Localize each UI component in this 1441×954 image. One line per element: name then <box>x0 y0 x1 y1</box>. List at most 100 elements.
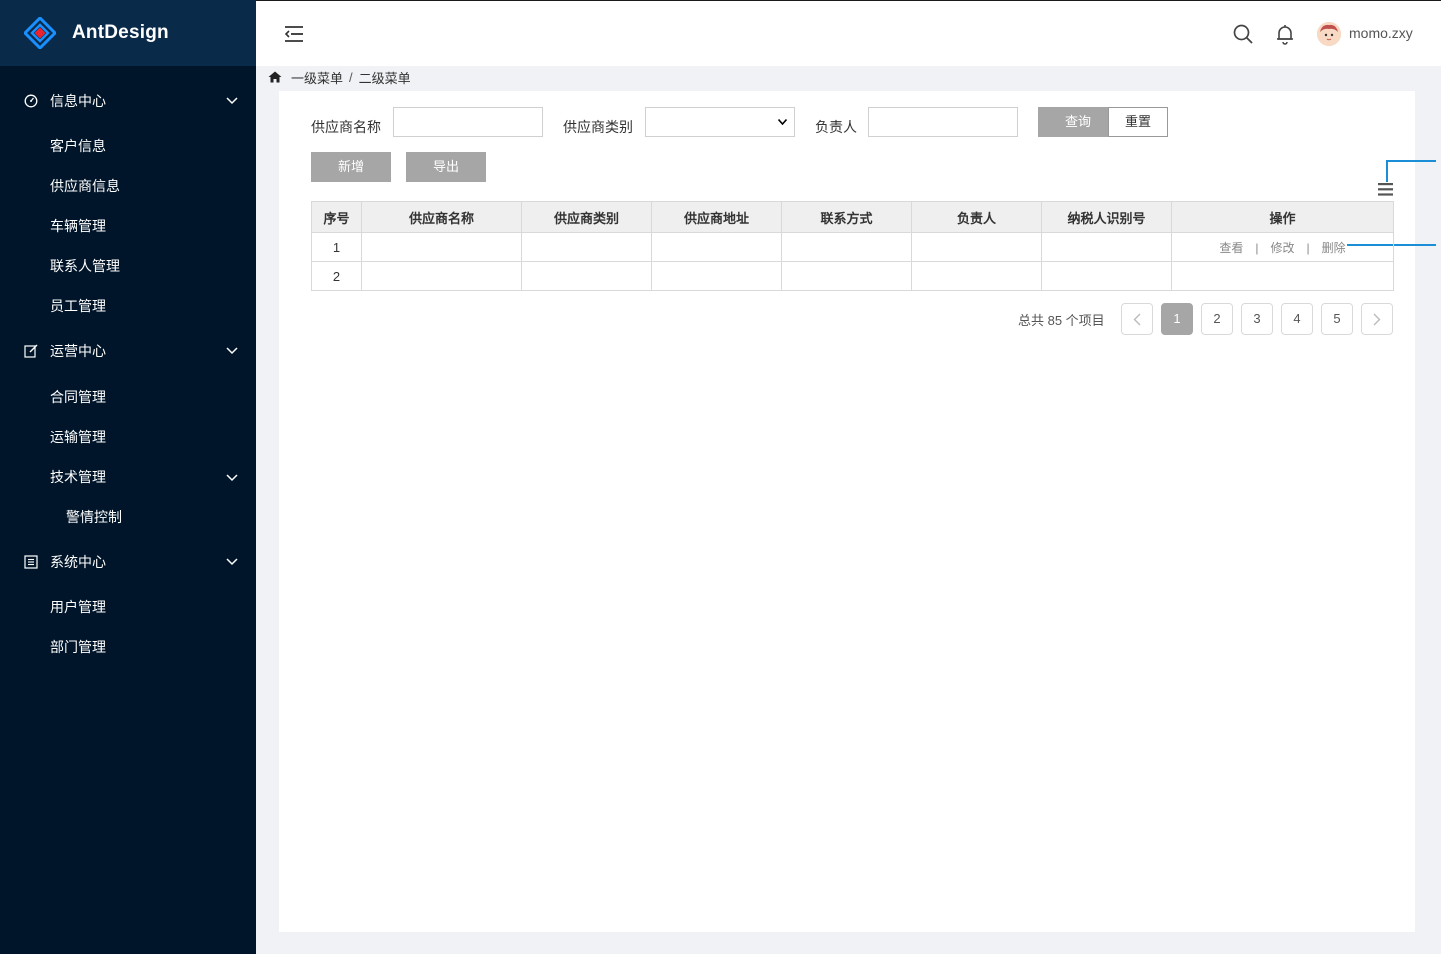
menu-group-label: 系统中心 <box>50 554 106 570</box>
sidebar-menu: 信息中心 客户信息 供应商信息 车辆管理 联系人管理 员工管理 运营中心 合同管… <box>0 66 256 667</box>
table-row: 1 查看 | 修改 | 删除 <box>311 232 1394 262</box>
sidebar-item-contract-management[interactable]: 合同管理 <box>0 377 256 417</box>
cell-contact <box>781 261 912 291</box>
breadcrumb: 一级菜单 / 二级菜单 <box>268 68 411 86</box>
chevron-right-icon <box>1373 313 1381 326</box>
supplier-type-label: 供应商类别 <box>563 119 633 135</box>
menu-fold-icon[interactable] <box>282 23 306 45</box>
annotation-line <box>1386 160 1388 182</box>
page-button-5[interactable]: 5 <box>1321 303 1353 335</box>
page-button-3[interactable]: 3 <box>1241 303 1273 335</box>
cell-operations <box>1171 261 1394 291</box>
bell-icon[interactable] <box>1274 23 1296 45</box>
home-icon[interactable] <box>268 71 282 83</box>
column-header: 供应商地址 <box>651 201 782 233</box>
supplier-name-input[interactable] <box>393 107 543 137</box>
view-link[interactable]: 查看 <box>1219 241 1243 255</box>
search-icon[interactable] <box>1232 23 1254 45</box>
sidebar: AntDesign 信息中心 客户信息 供应商信息 车辆管理 联系人管理 员工管… <box>0 0 256 954</box>
supplier-table: 序号 供应商名称 供应商类别 供应商地址 联系方式 负责人 纳税人识别号 操作 … <box>311 201 1394 291</box>
sidebar-item-contact-management[interactable]: 联系人管理 <box>0 246 256 286</box>
breadcrumb-level2: 二级菜单 <box>358 70 411 86</box>
logo-icon <box>24 17 56 49</box>
logo-text: AntDesign <box>72 22 169 43</box>
page-button-4[interactable]: 4 <box>1281 303 1313 335</box>
op-separator: | <box>1255 240 1259 255</box>
supplier-name-label: 供应商名称 <box>311 119 381 135</box>
cell-address <box>651 261 782 291</box>
top-header: momo.zxy <box>256 0 1441 66</box>
supplier-type-select[interactable] <box>645 107 795 137</box>
content-panel: 供应商名称 供应商类别 负责人 查询 重置 新增 导出 序号 供应商名称 供应商… <box>279 91 1436 932</box>
owner-input[interactable] <box>868 107 1018 137</box>
logo[interactable]: AntDesign <box>0 0 256 66</box>
add-button[interactable]: 新增 <box>311 152 391 182</box>
cell-type <box>521 232 652 262</box>
cell-address <box>651 232 782 262</box>
owner-label: 负责人 <box>815 119 857 135</box>
menu-group-system-center[interactable]: 系统中心 <box>0 541 256 583</box>
sidebar-item-department-management[interactable]: 部门管理 <box>0 627 256 667</box>
column-header: 序号 <box>311 201 362 233</box>
cell-owner <box>911 261 1042 291</box>
column-header: 纳税人识别号 <box>1041 201 1172 233</box>
menu-group-info-center[interactable]: 信息中心 <box>0 80 256 122</box>
delete-link[interactable]: 删除 <box>1322 241 1346 255</box>
column-header: 操作 <box>1171 201 1394 233</box>
sidebar-item-customer-info[interactable]: 客户信息 <box>0 126 256 166</box>
chevron-down-icon <box>226 474 238 482</box>
cell-name <box>361 232 522 262</box>
menu-group-label: 信息中心 <box>50 93 106 109</box>
sidebar-item-alert-control[interactable]: 警情控制 <box>0 497 256 537</box>
sidebar-item-transport-management[interactable]: 运输管理 <box>0 417 256 457</box>
cell-type <box>521 261 652 291</box>
cell-operations: 查看 | 修改 | 删除 <box>1171 232 1394 262</box>
breadcrumb-level1[interactable]: 一级菜单 <box>291 68 343 87</box>
cell-owner <box>911 232 1042 262</box>
menu-group-label: 运营中心 <box>50 343 106 359</box>
dashboard-icon <box>24 94 38 108</box>
page-button-1[interactable]: 1 <box>1161 303 1193 335</box>
sidebar-submenu-tech-management[interactable]: 技术管理 <box>0 457 256 497</box>
table-header-row: 序号 供应商名称 供应商类别 供应商地址 联系方式 负责人 纳税人识别号 操作 <box>311 201 1394 233</box>
sidebar-item-employee-management[interactable]: 员工管理 <box>0 286 256 326</box>
cell-name <box>361 261 522 291</box>
cell-contact <box>781 232 912 262</box>
cell-index: 1 <box>311 232 362 262</box>
edit-link[interactable]: 修改 <box>1270 241 1294 255</box>
next-page-button[interactable] <box>1361 303 1393 335</box>
menu-group-operations-center[interactable]: 运营中心 <box>0 330 256 372</box>
cell-tax-id <box>1041 232 1172 262</box>
op-separator: | <box>1306 240 1310 255</box>
page-button-2[interactable]: 2 <box>1201 303 1233 335</box>
breadcrumb-separator: / <box>349 69 353 85</box>
annotation-line <box>1386 160 1436 162</box>
column-header: 供应商名称 <box>361 201 522 233</box>
cell-tax-id <box>1041 261 1172 291</box>
chevron-down-icon <box>226 558 238 566</box>
chevron-down-icon <box>226 97 238 105</box>
avatar-image <box>1317 22 1341 46</box>
export-button[interactable]: 导出 <box>406 152 486 182</box>
pagination-total: 总共 85 个项目 <box>1018 313 1105 328</box>
query-button[interactable]: 查询 <box>1038 107 1118 137</box>
edit-icon <box>24 344 38 358</box>
table-row: 2 <box>311 261 1394 291</box>
list-icon <box>24 555 38 569</box>
avatar[interactable] <box>1317 22 1341 46</box>
cell-index: 2 <box>311 261 362 291</box>
column-settings-icon[interactable] <box>1378 183 1393 196</box>
sidebar-item-supplier-info[interactable]: 供应商信息 <box>0 166 256 206</box>
reset-button[interactable]: 重置 <box>1108 107 1168 137</box>
column-header: 负责人 <box>911 201 1042 233</box>
column-header: 供应商类别 <box>521 201 652 233</box>
chevron-down-icon <box>226 347 238 355</box>
sidebar-item-user-management[interactable]: 用户管理 <box>0 587 256 627</box>
column-header: 联系方式 <box>781 201 912 233</box>
prev-page-button[interactable] <box>1121 303 1153 335</box>
submenu-label: 技术管理 <box>50 469 106 485</box>
sidebar-item-vehicle-management[interactable]: 车辆管理 <box>0 206 256 246</box>
chevron-left-icon <box>1133 313 1141 326</box>
username[interactable]: momo.zxy <box>1349 25 1413 41</box>
chevron-down-icon <box>778 119 787 125</box>
